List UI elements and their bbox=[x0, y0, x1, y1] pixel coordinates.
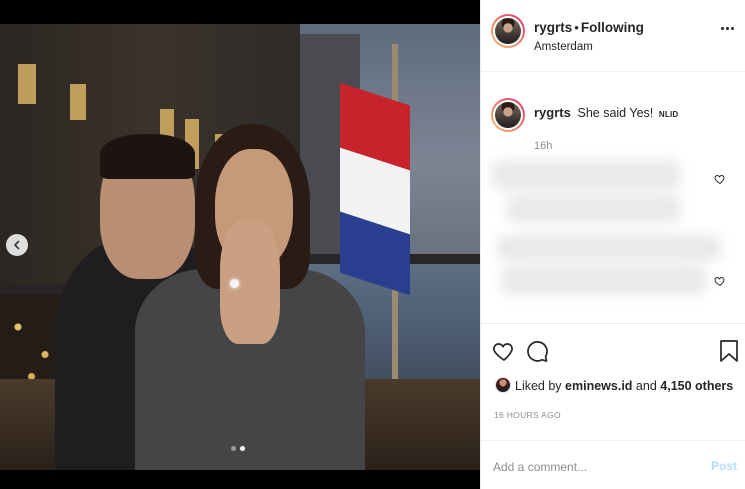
caption-text: She said Yes! bbox=[577, 106, 654, 120]
post-photo[interactable] bbox=[0, 24, 480, 470]
bookmark-icon[interactable] bbox=[719, 339, 739, 363]
more-options-icon[interactable] bbox=[721, 27, 734, 30]
carousel-prev-button[interactable] bbox=[6, 234, 28, 256]
post-caption: rygrts She said Yes! NLID bbox=[534, 105, 678, 120]
comment-like-heart-icon[interactable] bbox=[714, 275, 726, 287]
photo-man-hair bbox=[100, 134, 195, 179]
chevron-left-icon bbox=[14, 240, 20, 250]
author-avatar[interactable] bbox=[491, 14, 525, 48]
caption-username[interactable]: rygrts bbox=[534, 105, 571, 120]
caption-tag: NLID bbox=[658, 110, 679, 119]
comment-bar: Post bbox=[481, 440, 745, 489]
photo-ring bbox=[230, 279, 239, 288]
carousel-dot bbox=[231, 446, 236, 451]
likes-summary: Liked by eminews.id and 4,150 others bbox=[515, 379, 733, 393]
post-media bbox=[0, 0, 480, 489]
caption-avatar[interactable] bbox=[491, 98, 525, 132]
post-comment-button[interactable]: Post bbox=[711, 459, 737, 473]
likes-user-link[interactable]: eminews.id bbox=[565, 379, 632, 393]
carousel-indicator bbox=[231, 446, 245, 451]
author-info: rygrts • Following Amsterdam bbox=[534, 19, 644, 53]
carousel-dot bbox=[240, 446, 245, 451]
following-button[interactable]: Following bbox=[581, 20, 644, 35]
comment-icon[interactable] bbox=[525, 339, 549, 363]
separator-bullet: • bbox=[574, 20, 579, 35]
post-time-ago[interactable]: 16 HOURS AGO bbox=[494, 410, 561, 420]
likes-and: and bbox=[635, 379, 657, 393]
post-location[interactable]: Amsterdam bbox=[534, 41, 644, 53]
likes-count-link[interactable]: 4,150 others bbox=[660, 379, 733, 393]
post-side-panel: rygrts • Following Amsterdam rygrts She sa… bbox=[480, 0, 745, 489]
heart-icon[interactable] bbox=[492, 339, 516, 363]
dutch-flag bbox=[340, 82, 410, 296]
blurred-comments bbox=[481, 150, 745, 315]
comment-like-heart-icon[interactable] bbox=[714, 173, 726, 185]
comment-input[interactable] bbox=[493, 457, 693, 477]
post-header: rygrts • Following Amsterdam bbox=[481, 0, 745, 72]
liker-avatar[interactable] bbox=[495, 377, 511, 393]
author-username[interactable]: rygrts bbox=[534, 20, 572, 35]
likes-prefix: Liked by bbox=[515, 379, 562, 393]
photo-hand bbox=[220, 219, 280, 344]
